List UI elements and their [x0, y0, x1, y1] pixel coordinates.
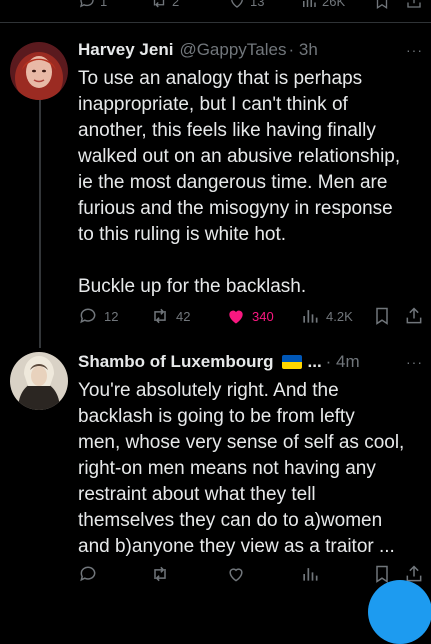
thread-connector-line — [39, 100, 41, 348]
reply-count: 12 — [104, 308, 119, 324]
tweet-header: Harvey Jeni @GappyTales · 3h — [78, 40, 318, 60]
body-line: restraint about what they tell — [78, 484, 316, 505]
body-line: and b)anyone they view as a traitor ... — [78, 536, 395, 557]
timestamp[interactable]: · 4m — [326, 352, 360, 372]
reply-icon — [80, 566, 96, 582]
truncated-handle[interactable]: ... — [308, 352, 322, 372]
share-icon — [406, 307, 422, 324]
views-button[interactable]: 4.2K — [300, 306, 353, 326]
reply-button[interactable] — [78, 564, 98, 584]
timestamp[interactable]: · 3h — [288, 40, 317, 60]
user-handle[interactable]: @GappyTales — [179, 40, 286, 60]
tweet-body: To use an analogy that is perhaps inappr… — [78, 66, 424, 300]
views-icon — [303, 310, 318, 323]
tweet-actions: 12 42 340 4.2K — [78, 306, 428, 330]
body-line: inappropriate, but I can't think of — [78, 94, 348, 115]
body-line: themselves they can do to a)women — [78, 510, 383, 531]
divider — [0, 22, 431, 23]
repost-icon — [154, 308, 166, 324]
repost-button[interactable] — [150, 564, 170, 584]
avatar[interactable] — [10, 42, 68, 100]
views-button[interactable] — [300, 564, 320, 584]
body-line: Buckle up for the backlash. — [78, 276, 307, 297]
repost-count: 42 — [176, 308, 191, 324]
previous-tweet-actions: 1 2 13 26K — [0, 0, 431, 22]
bookmark-icon — [376, 0, 388, 10]
ukraine-flag-icon — [281, 355, 302, 369]
top-bookmark-action[interactable] — [373, 0, 391, 10]
share-button[interactable] — [404, 306, 424, 326]
like-icon — [231, 0, 243, 8]
repost-icon — [153, 0, 165, 8]
repost-button[interactable]: 42 — [150, 306, 190, 326]
views-count: 4.2K — [326, 308, 353, 324]
body-line: to this ruling is white hot. — [78, 224, 287, 245]
body-line: You're absolutely right. And the — [78, 380, 339, 401]
display-name[interactable]: Harvey Jeni — [78, 40, 173, 60]
bookmark-icon — [376, 307, 388, 325]
like-button[interactable] — [226, 564, 246, 584]
like-count: 340 — [252, 308, 274, 324]
body-line: walked out on an abusive relationship, — [78, 146, 401, 167]
like-icon — [229, 310, 243, 324]
reply-icon — [79, 0, 94, 8]
top-repost-action[interactable]: 2 — [150, 0, 179, 10]
reply-icon — [80, 308, 96, 324]
tweet-header: Shambo of Luxembourg ... · 4m — [78, 352, 360, 372]
body-line: backlash is going to be from lefty — [78, 406, 355, 427]
display-name[interactable]: Shambo of Luxembourg — [78, 352, 274, 372]
share-icon — [407, 0, 421, 8]
body-line: right-on men means not having any — [78, 458, 376, 479]
body-line: another, this feels like having finally — [78, 120, 376, 141]
body-line: furious and the misogyny in response — [78, 198, 393, 219]
avatar[interactable] — [10, 352, 68, 410]
top-reply-count: 1 — [100, 0, 108, 9]
bookmark-button[interactable] — [372, 306, 392, 326]
top-views-count: 26K — [322, 0, 346, 9]
body-line: men, whose very sense of self as cool, — [78, 432, 405, 453]
top-repost-count: 2 — [172, 0, 180, 9]
tweet-actions — [78, 564, 428, 588]
reply-button[interactable]: 12 — [78, 306, 118, 326]
like-icon — [229, 568, 243, 582]
repost-icon — [154, 566, 166, 582]
top-like-action[interactable]: 13 — [228, 0, 264, 10]
body-line: To use an analogy that is perhaps — [78, 68, 363, 89]
more-icon[interactable]: ··· — [406, 42, 423, 58]
more-icon[interactable]: ··· — [406, 354, 423, 370]
compose-button[interactable] — [368, 580, 431, 644]
top-reply-action[interactable]: 1 — [78, 0, 107, 10]
views-icon — [303, 568, 318, 581]
like-button[interactable]: 340 — [226, 306, 274, 326]
top-share-action[interactable] — [405, 0, 423, 10]
tweet-body: You're absolutely right. And the backlas… — [78, 378, 424, 560]
top-views-action[interactable]: 26K — [300, 0, 345, 10]
views-icon — [303, 0, 316, 7]
body-line: ie the most dangerous time. Men are — [78, 172, 388, 193]
top-like-count: 13 — [250, 0, 265, 9]
